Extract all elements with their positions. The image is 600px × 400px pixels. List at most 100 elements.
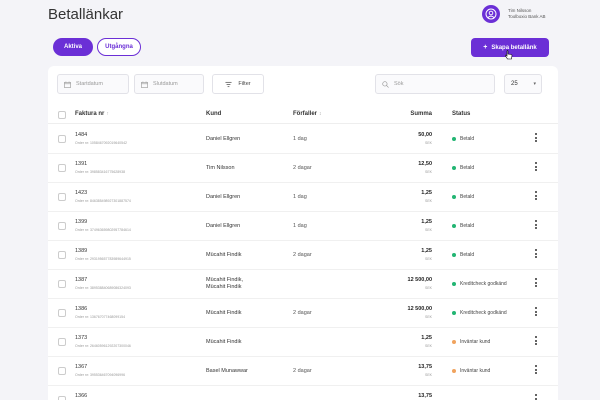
order-number: Order nr: 395536467094096996	[75, 373, 126, 377]
table-row[interactable]: 1484 Order nr: 1058467092019640542 Daniel …	[48, 125, 558, 154]
amount: 1,25	[421, 248, 432, 254]
column-sum[interactable]: Summa	[410, 111, 432, 117]
status-label: Inväntar kund	[460, 339, 491, 345]
table-row[interactable]: 1387 Order nr: 389538840689086324093 Mücah…	[48, 270, 558, 299]
table-row[interactable]: 1386 Order nr: 136767077468099154 Mücahit …	[48, 299, 558, 328]
table-row[interactable]: 1373 Order nr: 264605961292207300046 Mücah…	[48, 328, 558, 357]
table-row[interactable]: 1399 Order nr: 374963659802957784614 Danie…	[48, 212, 558, 241]
more-options-icon[interactable]	[533, 191, 539, 200]
invoice-cell: 1484 Order nr: 1058467092019640542	[75, 132, 127, 145]
start-date-field[interactable]: Startdatum	[57, 74, 129, 94]
more-options-icon[interactable]	[533, 249, 539, 258]
payment-links-table-card: Startdatum Slutdatum Filter Sök 25 ▾ Fak…	[48, 66, 558, 400]
invoice-number: 1391	[75, 161, 88, 167]
amount: 13,75	[418, 364, 432, 370]
currency: SEK	[424, 257, 432, 261]
table-row[interactable]: 1367 Order nr: 395536467094096996 Basel Mu…	[48, 357, 558, 386]
invoice-cell: 1387 Order nr: 389538840689086324093	[75, 277, 131, 290]
status-dot-icon	[452, 253, 456, 257]
status-badge: Betald	[452, 223, 474, 229]
invoice-cell: 1373 Order nr: 264605961292207300046	[75, 335, 131, 348]
currency: SEK	[424, 344, 432, 348]
order-number: Order nr: 1058467092019640542	[75, 141, 127, 145]
table-row[interactable]: 1366 13,75	[48, 386, 558, 400]
invoice-number: 1373	[75, 335, 88, 341]
customer-cell: Mücahit Findik	[206, 310, 242, 316]
more-options-icon[interactable]	[533, 162, 539, 171]
customer-name: Mücahit Findik,	[206, 277, 243, 283]
plus-icon: +	[483, 44, 488, 51]
row-checkbox[interactable]	[58, 251, 66, 259]
amount: 12,50	[418, 161, 432, 167]
table-row[interactable]: 1391 Order nr: 398583416775628938 Tim Nils…	[48, 154, 558, 183]
tab-active[interactable]: Aktiva	[53, 38, 93, 56]
amount: 1,25	[421, 219, 432, 225]
order-number: Order nr: 389538840689086324093	[75, 286, 131, 290]
row-checkbox[interactable]	[58, 164, 66, 172]
more-options-icon[interactable]	[533, 365, 539, 374]
more-options-icon[interactable]	[533, 336, 539, 345]
hand-cursor-icon	[505, 50, 513, 60]
sum-cell: 13,75 SEK	[418, 364, 432, 377]
status-dot-icon	[452, 224, 456, 228]
column-due[interactable]: Förfaller ↕	[293, 111, 322, 117]
invoice-cell: 1391 Order nr: 398583416775628938	[75, 161, 125, 174]
per-page-select[interactable]: 25 ▾	[504, 74, 542, 94]
due-cell: 2 dagar	[293, 310, 312, 316]
user-menu[interactable]: Tim Nilsson Toolboxio Bank AB	[482, 5, 546, 23]
invoice-number: 1367	[75, 364, 88, 370]
table-row[interactable]: 1423 Order nr: 846385498927301887574 Danie…	[48, 183, 558, 212]
table-header: Faktura nr ↑ Kund Förfaller ↕ Summa Status	[48, 104, 558, 124]
filter-button[interactable]: Filter	[212, 74, 264, 94]
end-date-field[interactable]: Slutdatum	[134, 74, 204, 94]
search-placeholder: Sök	[394, 81, 404, 87]
more-options-icon[interactable]	[533, 220, 539, 229]
status-badge: Betald	[452, 165, 474, 171]
more-options-icon[interactable]	[533, 394, 539, 400]
user-company: Toolboxio Bank AB	[508, 14, 546, 19]
status-badge: Inväntar kund	[452, 368, 490, 374]
invoice-cell: 1389 Order nr: 293195657783989644915	[75, 248, 131, 261]
row-checkbox[interactable]	[58, 367, 66, 375]
amount: 1,25	[421, 190, 432, 196]
column-invoice[interactable]: Faktura nr ↑	[75, 111, 109, 117]
tab-expired[interactable]: Utgångna	[97, 38, 141, 56]
more-options-icon[interactable]	[533, 307, 539, 316]
column-customer[interactable]: Kund	[206, 111, 221, 117]
due-cell: 1 dag	[293, 136, 307, 142]
currency: SEK	[424, 373, 432, 377]
status-label: Betald	[460, 165, 475, 171]
row-checkbox[interactable]	[58, 396, 66, 400]
sum-cell: 13,75	[418, 393, 432, 399]
select-all-checkbox[interactable]	[58, 111, 66, 119]
user-avatar-icon[interactable]	[482, 5, 500, 23]
search-input[interactable]: Sök	[375, 74, 495, 94]
status-badge: Betald	[452, 252, 474, 258]
calendar-icon	[64, 80, 71, 88]
currency: SEK	[424, 199, 432, 203]
more-options-icon[interactable]	[533, 278, 539, 287]
more-options-icon[interactable]	[533, 133, 539, 142]
sum-cell: 12,50 SEK	[418, 161, 432, 174]
sum-cell: 1,25 SEK	[421, 219, 432, 232]
invoice-cell: 1367 Order nr: 395536467094096996	[75, 364, 125, 377]
table-row[interactable]: 1389 Order nr: 293195657783989644915 Mücah…	[48, 241, 558, 270]
row-checkbox[interactable]	[58, 280, 66, 288]
amount: 50,00	[418, 132, 432, 138]
status-badge: Betald	[452, 194, 474, 200]
row-checkbox[interactable]	[58, 222, 66, 230]
due-cell: 2 dagar	[293, 165, 312, 171]
row-checkbox[interactable]	[58, 309, 66, 317]
row-checkbox[interactable]	[58, 193, 66, 201]
status-badge: Kreditcheck godkänd	[452, 281, 507, 287]
row-checkbox[interactable]	[58, 135, 66, 143]
row-checkbox[interactable]	[58, 338, 66, 346]
status-label: Kreditcheck godkänd	[460, 281, 507, 287]
currency: SEK	[424, 228, 432, 232]
invoice-number: 1387	[75, 277, 88, 283]
due-cell: 1 dag	[293, 223, 307, 229]
filter-label: Filter	[238, 81, 251, 87]
chevron-down-icon: ▾	[533, 81, 536, 87]
column-status[interactable]: Status	[452, 111, 470, 117]
currency: SEK	[424, 141, 432, 145]
